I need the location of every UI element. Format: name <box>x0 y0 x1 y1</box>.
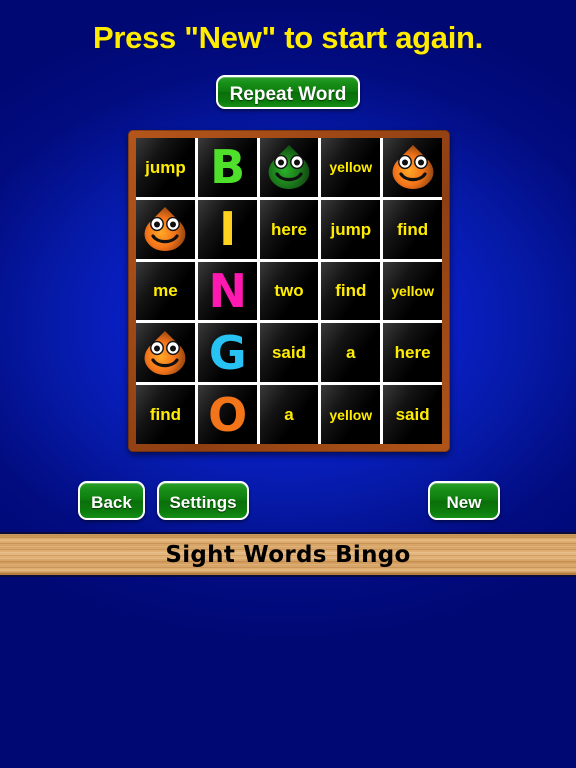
bingo-word-text: find <box>397 219 429 239</box>
bingo-cell-marked[interactable] <box>383 138 442 197</box>
bingo-cell-word[interactable]: jump <box>321 199 381 259</box>
bingo-cell-marked[interactable] <box>136 323 195 383</box>
bingo-cell-word[interactable]: said <box>259 323 319 383</box>
blob-face-icon <box>388 143 438 191</box>
bingo-cell-word[interactable]: jump <box>136 138 195 197</box>
bingo-word-text: find <box>149 405 181 425</box>
bingo-cell-word[interactable]: a <box>259 385 319 444</box>
bingo-cell-word[interactable]: two <box>259 261 319 321</box>
repeat-word-button[interactable]: Repeat Word <box>216 75 360 109</box>
bingo-cell-word[interactable]: yellow <box>321 138 381 197</box>
bingo-cell-word[interactable]: here <box>259 199 319 259</box>
bingo-word-text: me <box>153 281 178 301</box>
bingo-cell-letter[interactable]: B <box>197 138 257 197</box>
bingo-letter-text: G <box>208 325 247 380</box>
blob-face-icon <box>140 329 190 377</box>
bingo-letter-text: O <box>208 387 247 442</box>
bingo-word-text: here <box>394 343 431 363</box>
bingo-letter-text: B <box>210 140 245 195</box>
bingo-grid: jump Byellow Ihere jump find me Ntwo find yellow… <box>136 138 442 444</box>
bingo-cell-word[interactable]: said <box>383 385 442 444</box>
bingo-cell-letter[interactable]: G <box>197 323 257 383</box>
bingo-cell-marked[interactable] <box>136 199 195 259</box>
bingo-cell-letter[interactable]: O <box>197 385 257 444</box>
bingo-letter-text: N <box>208 263 246 318</box>
bingo-word-text: yellow <box>391 282 434 299</box>
bingo-cell-letter[interactable]: N <box>197 261 257 321</box>
bingo-cell-word[interactable]: a <box>321 323 381 383</box>
bingo-cell-word[interactable]: find <box>136 385 195 444</box>
bingo-cell-letter[interactable]: I <box>197 199 257 259</box>
bingo-word-text: yellow <box>329 159 373 176</box>
bingo-cell-marked[interactable] <box>259 138 319 197</box>
new-button[interactable]: New <box>428 481 500 520</box>
settings-button[interactable]: Settings <box>157 481 249 520</box>
bingo-cell-word[interactable]: here <box>383 323 442 383</box>
bingo-cell-word[interactable]: find <box>321 261 381 321</box>
bingo-cell-word[interactable]: find <box>383 199 442 259</box>
bingo-word-text: said <box>395 405 430 425</box>
bingo-word-text: jump <box>330 219 372 239</box>
header-message: Press "New" to start again. <box>93 20 483 55</box>
bingo-word-text: jump <box>145 157 186 177</box>
bingo-word-text: two <box>274 281 304 301</box>
blob-face-icon <box>140 205 190 253</box>
bingo-cell-word[interactable]: yellow <box>383 261 442 321</box>
bingo-word-text: find <box>335 281 367 301</box>
blob-face-icon <box>264 143 314 191</box>
bingo-word-text: yellow <box>329 406 373 423</box>
bingo-word-text: a <box>346 343 356 363</box>
app-title-bar: Sight Words Bingo <box>0 532 576 577</box>
bingo-word-text: a <box>284 405 294 425</box>
bingo-board: jump Byellow Ihere jump find me Ntwo find yellow… <box>128 130 450 452</box>
back-button[interactable]: Back <box>78 481 145 520</box>
bingo-cell-word[interactable]: yellow <box>321 385 381 444</box>
app-title: Sight Words Bingo <box>165 541 411 568</box>
bingo-word-text: here <box>271 219 307 239</box>
bingo-letter-text: I <box>219 202 236 257</box>
bingo-word-text: said <box>271 343 306 363</box>
bingo-cell-word[interactable]: me <box>136 261 195 321</box>
